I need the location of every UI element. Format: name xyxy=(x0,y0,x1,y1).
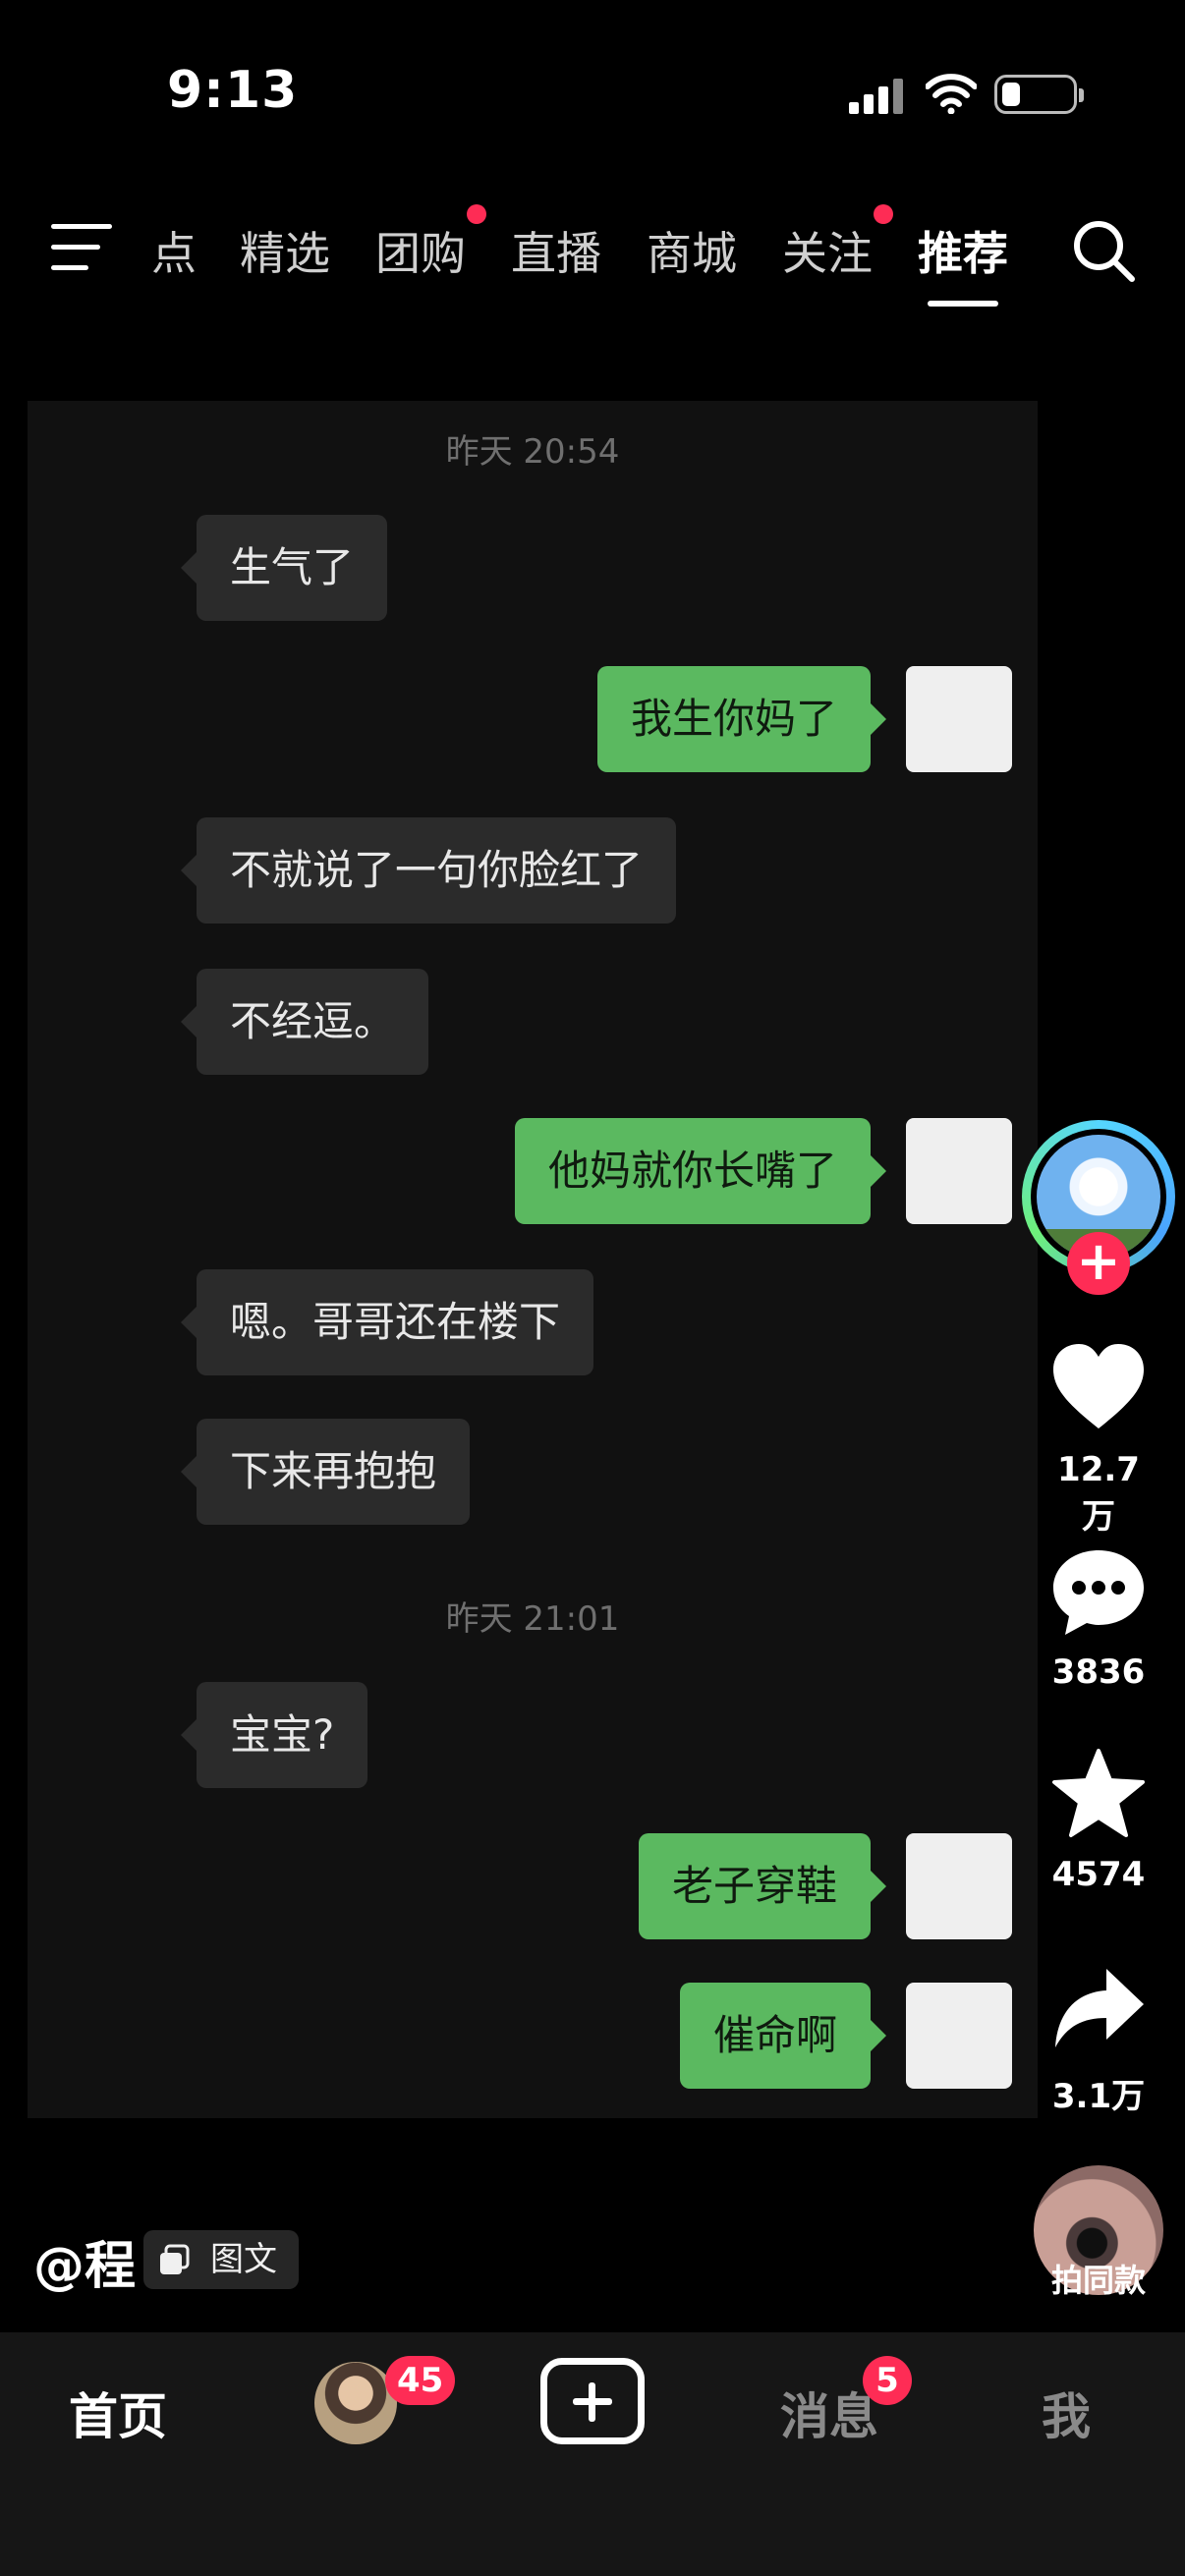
timestamp: 昨天 21:01 xyxy=(445,1599,620,1639)
message-bubble-left: 下来再抱抱 xyxy=(180,1419,471,1525)
music-label[interactable]: 拍同款 xyxy=(1042,2256,1156,2301)
message-bubble-left: 生气了 xyxy=(180,515,388,621)
menu-icon[interactable] xyxy=(51,224,112,271)
comment-icon[interactable] xyxy=(1049,1544,1148,1639)
nav-me[interactable]: 我 xyxy=(1042,2378,1091,2448)
wifi-icon xyxy=(926,74,977,114)
tab-tuangou[interactable]: 团购 xyxy=(375,218,466,283)
tab-guanzhu-dot xyxy=(874,204,893,224)
status-time: 9:13 xyxy=(167,61,299,120)
tab-zhibo[interactable]: 直播 xyxy=(511,218,601,283)
message-bubble-right: 他妈就你长嘴了 xyxy=(514,1118,887,1224)
create-button[interactable] xyxy=(540,2358,645,2444)
chat-image[interactable]: 昨天 20:54 生气了 我生你妈了 不就说了一句你脸红了 不经逗。 他妈就你长… xyxy=(28,401,1038,2118)
image-post-icon xyxy=(160,2244,190,2274)
message-bubble-left: 不就说了一句你脸红了 xyxy=(180,817,677,924)
sender-avatar xyxy=(906,1118,1012,1224)
tab-shangcheng[interactable]: 商城 xyxy=(647,218,737,283)
sender-avatar xyxy=(906,1983,1012,2089)
tab-jingxuan[interactable]: 精选 xyxy=(240,218,330,283)
timestamp: 昨天 20:54 xyxy=(445,432,620,472)
message-bubble-left: 不经逗。 xyxy=(180,969,429,1075)
heart-icon[interactable] xyxy=(1049,1340,1148,1434)
message-bubble-left: 嗯。哥哥还在楼下 xyxy=(180,1269,594,1375)
message-bubble-left: 宝宝? xyxy=(180,1682,368,1788)
nav-home[interactable]: 首页 xyxy=(69,2378,167,2448)
share-count: 3.1万 xyxy=(1051,2077,1146,2116)
messages-badge: 5 xyxy=(863,2356,912,2405)
tab-tuangou-dot xyxy=(467,204,486,224)
follow-button[interactable]: + xyxy=(1067,1232,1130,1295)
share-icon[interactable] xyxy=(1049,1961,1148,2055)
nav-friends-avatar[interactable] xyxy=(314,2362,397,2444)
search-icon[interactable] xyxy=(1071,218,1136,283)
sender-avatar xyxy=(906,1833,1012,1939)
author-name[interactable]: @程 xyxy=(33,2224,136,2298)
like-count: 12.7万 xyxy=(1057,1450,1140,1537)
favorite-count: 4574 xyxy=(1051,1855,1146,1894)
cellular-signal-icon xyxy=(849,79,904,114)
tab-tuijian[interactable]: 推荐 xyxy=(918,218,1008,283)
battery-icon xyxy=(994,75,1084,114)
friends-badge: 45 xyxy=(385,2356,456,2405)
active-tab-indicator xyxy=(928,301,998,307)
message-bubble-right: 老子穿鞋 xyxy=(638,1833,887,1939)
tab-guanzhu[interactable]: 关注 xyxy=(782,218,873,283)
star-icon[interactable] xyxy=(1049,1747,1148,1841)
message-bubble-right: 催命啊 xyxy=(679,1983,887,2089)
comment-count: 3836 xyxy=(1051,1652,1146,1692)
message-bubble-right: 我生你妈了 xyxy=(596,666,887,772)
sender-avatar xyxy=(906,666,1012,772)
tab-dian[interactable]: 点 xyxy=(151,218,197,283)
